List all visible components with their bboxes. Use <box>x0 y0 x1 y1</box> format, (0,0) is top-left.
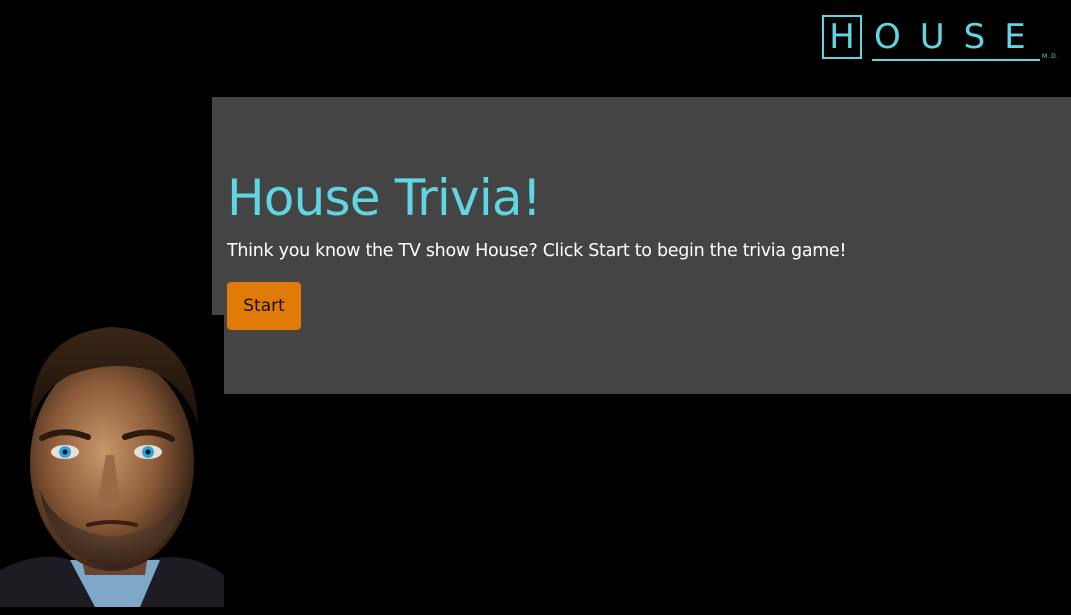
page: H OUSE M.D. House Trivia! Think you know… <box>0 0 1071 615</box>
main-panel: House Trivia! Think you know the TV show… <box>212 97 1071 394</box>
page-title: House Trivia! <box>227 169 542 227</box>
house-md-logo: H OUSE M.D. <box>820 13 1060 65</box>
logo-suffix: M.D. <box>1042 53 1060 60</box>
portrait-image <box>0 315 224 607</box>
logo-rest-letters: OUSE <box>874 17 1045 57</box>
intro-text: Think you know the TV show House? Click … <box>227 241 847 261</box>
logo-letter-box: H <box>822 15 862 59</box>
logo-first-letter: H <box>829 17 855 57</box>
start-button[interactable]: Start <box>227 282 301 330</box>
logo-underline <box>872 59 1040 61</box>
